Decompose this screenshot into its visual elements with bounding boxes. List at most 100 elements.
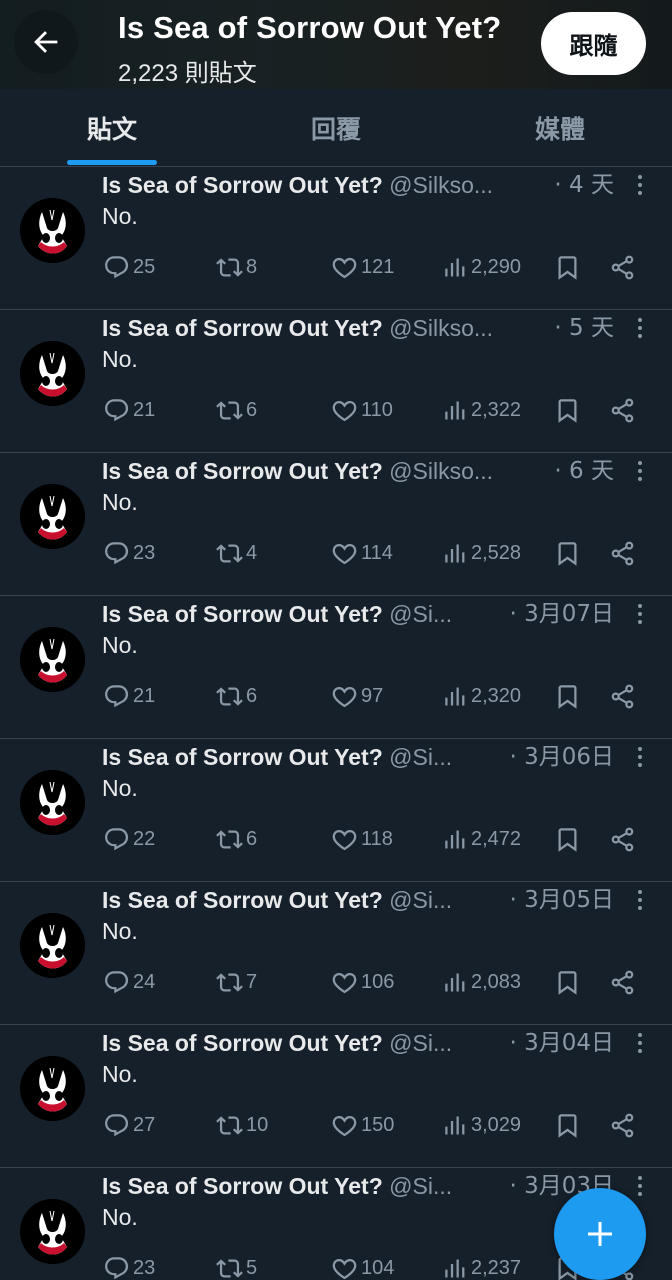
views-button[interactable]: 2,083 — [441, 966, 521, 998]
post-author-name[interactable]: Is Sea of Sorrow Out Yet? — [102, 1173, 383, 1199]
post-item[interactable]: Is Sea of Sorrow Out Yet? @Si... · 3月05日… — [0, 882, 672, 1025]
repost-button[interactable]: 6 — [216, 823, 257, 855]
more-icon[interactable] — [630, 600, 650, 628]
more-icon[interactable] — [630, 1029, 650, 1057]
post-author-handle[interactable]: @Si... — [389, 1173, 452, 1199]
post-author-name[interactable]: Is Sea of Sorrow Out Yet? — [102, 315, 383, 341]
views-button[interactable]: 3,029 — [441, 1109, 521, 1141]
post-author-handle[interactable]: @Si... — [389, 887, 452, 913]
views-button[interactable]: 2,472 — [441, 823, 521, 855]
repost-button[interactable]: 6 — [216, 680, 257, 712]
bookmark-button[interactable] — [554, 680, 584, 712]
bookmark-button[interactable] — [554, 1109, 584, 1141]
like-button[interactable]: 106 — [331, 966, 394, 998]
reply-button[interactable]: 22 — [103, 823, 155, 855]
tab-media[interactable]: 媒體 — [448, 89, 672, 166]
post-author-name[interactable]: Is Sea of Sorrow Out Yet? — [102, 1030, 383, 1056]
bookmark-button[interactable] — [554, 537, 584, 569]
post-author-line[interactable]: Is Sea of Sorrow Out Yet? @Si... · 3月07日 — [102, 598, 622, 630]
views-button[interactable]: 2,322 — [441, 394, 521, 426]
repost-count: 6 — [246, 684, 258, 707]
back-button[interactable] — [14, 10, 78, 74]
post-author-name[interactable]: Is Sea of Sorrow Out Yet? — [102, 744, 383, 770]
post-item[interactable]: Is Sea of Sorrow Out Yet? @Si... · 3月07日… — [0, 596, 672, 739]
share-button[interactable] — [609, 680, 639, 712]
post-author-handle[interactable]: @Silkso... — [389, 458, 493, 484]
reply-button[interactable]: 25 — [103, 251, 155, 283]
share-button[interactable] — [609, 823, 639, 855]
post-item[interactable]: Is Sea of Sorrow Out Yet? @Silkso... · 6… — [0, 453, 672, 596]
reply-button[interactable]: 23 — [103, 1252, 155, 1280]
like-button[interactable]: 150 — [331, 1109, 394, 1141]
post-author-name[interactable]: Is Sea of Sorrow Out Yet? — [102, 601, 383, 627]
tab-posts[interactable]: 貼文 — [0, 89, 224, 166]
like-button[interactable]: 97 — [331, 680, 383, 712]
post-timestamp[interactable]: · 6 天 — [550, 455, 614, 487]
post-timestamp[interactable]: · 3月06日 — [505, 741, 614, 773]
post-author-line[interactable]: Is Sea of Sorrow Out Yet? @Si... · 3月06日 — [102, 741, 622, 773]
post-author-handle[interactable]: @Silkso... — [389, 172, 493, 198]
reply-button[interactable]: 24 — [103, 966, 155, 998]
repost-button[interactable]: 7 — [216, 966, 257, 998]
repost-button[interactable]: 4 — [216, 537, 257, 569]
post-timestamp[interactable]: · 4 天 — [550, 169, 614, 201]
more-icon[interactable] — [630, 886, 650, 914]
post-item[interactable]: Is Sea of Sorrow Out Yet? @Silkso... · 5… — [0, 310, 672, 453]
more-icon[interactable] — [630, 457, 650, 485]
post-author-handle[interactable]: @Si... — [389, 744, 452, 770]
bookmark-button[interactable] — [554, 966, 584, 998]
more-icon[interactable] — [630, 1172, 650, 1200]
reply-button[interactable]: 21 — [103, 680, 155, 712]
post-author-name[interactable]: Is Sea of Sorrow Out Yet? — [102, 172, 383, 198]
compose-button[interactable] — [554, 1188, 646, 1280]
post-author-name[interactable]: Is Sea of Sorrow Out Yet? — [102, 458, 383, 484]
post-feed[interactable]: Is Sea of Sorrow Out Yet? @Silkso... · 4… — [0, 167, 672, 1280]
repost-button[interactable]: 5 — [216, 1252, 257, 1280]
repost-button[interactable]: 10 — [216, 1109, 268, 1141]
post-timestamp[interactable]: · 5 天 — [550, 312, 614, 344]
like-button[interactable]: 114 — [331, 537, 393, 569]
post-timestamp[interactable]: · 3月05日 — [505, 884, 614, 916]
like-button[interactable]: 110 — [331, 394, 393, 426]
repost-button[interactable]: 8 — [216, 251, 257, 283]
post-author-line[interactable]: Is Sea of Sorrow Out Yet? @Si... · 3月05日 — [102, 884, 622, 916]
post-author-name[interactable]: Is Sea of Sorrow Out Yet? — [102, 887, 383, 913]
more-icon[interactable] — [630, 171, 650, 199]
post-author-line[interactable]: Is Sea of Sorrow Out Yet? @Si... · 3月04日 — [102, 1027, 622, 1059]
post-author-line[interactable]: Is Sea of Sorrow Out Yet? @Silkso... · 4… — [102, 169, 622, 201]
bookmark-button[interactable] — [554, 823, 584, 855]
post-timestamp[interactable]: · 3月07日 — [505, 598, 614, 630]
post-author-line[interactable]: Is Sea of Sorrow Out Yet? @Silkso... · 6… — [102, 455, 622, 487]
views-button[interactable]: 2,528 — [441, 537, 521, 569]
share-button[interactable] — [609, 537, 639, 569]
share-button[interactable] — [609, 1109, 639, 1141]
share-button[interactable] — [609, 966, 639, 998]
post-author-handle[interactable]: @Si... — [389, 601, 452, 627]
views-button[interactable]: 2,320 — [441, 680, 521, 712]
post-item[interactable]: Is Sea of Sorrow Out Yet? @Si... · 3月04日… — [0, 1025, 672, 1168]
tab-replies[interactable]: 回覆 — [224, 89, 448, 166]
views-button[interactable]: 2,290 — [441, 251, 521, 283]
post-author-handle[interactable]: @Silkso... — [389, 315, 493, 341]
follow-button[interactable]: 跟隨 — [541, 12, 646, 75]
bookmark-button[interactable] — [554, 394, 584, 426]
reply-button[interactable]: 23 — [103, 537, 155, 569]
share-button[interactable] — [609, 394, 639, 426]
more-icon[interactable] — [630, 743, 650, 771]
post-timestamp[interactable]: · 3月04日 — [505, 1027, 614, 1059]
reply-button[interactable]: 21 — [103, 394, 155, 426]
reply-button[interactable]: 27 — [103, 1109, 155, 1141]
share-button[interactable] — [609, 251, 639, 283]
views-button[interactable]: 2,237 — [441, 1252, 521, 1280]
bookmark-button[interactable] — [554, 251, 584, 283]
like-button[interactable]: 118 — [331, 823, 393, 855]
like-button[interactable]: 104 — [331, 1252, 394, 1280]
more-icon[interactable] — [630, 314, 650, 342]
repost-button[interactable]: 6 — [216, 394, 257, 426]
like-button[interactable]: 121 — [331, 251, 394, 283]
post-author-line[interactable]: Is Sea of Sorrow Out Yet? @Si... · 3月03日 — [102, 1170, 622, 1202]
post-item[interactable]: Is Sea of Sorrow Out Yet? @Si... · 3月06日… — [0, 739, 672, 882]
post-author-handle[interactable]: @Si... — [389, 1030, 452, 1056]
post-author-line[interactable]: Is Sea of Sorrow Out Yet? @Silkso... · 5… — [102, 312, 622, 344]
post-item[interactable]: Is Sea of Sorrow Out Yet? @Silkso... · 4… — [0, 167, 672, 310]
